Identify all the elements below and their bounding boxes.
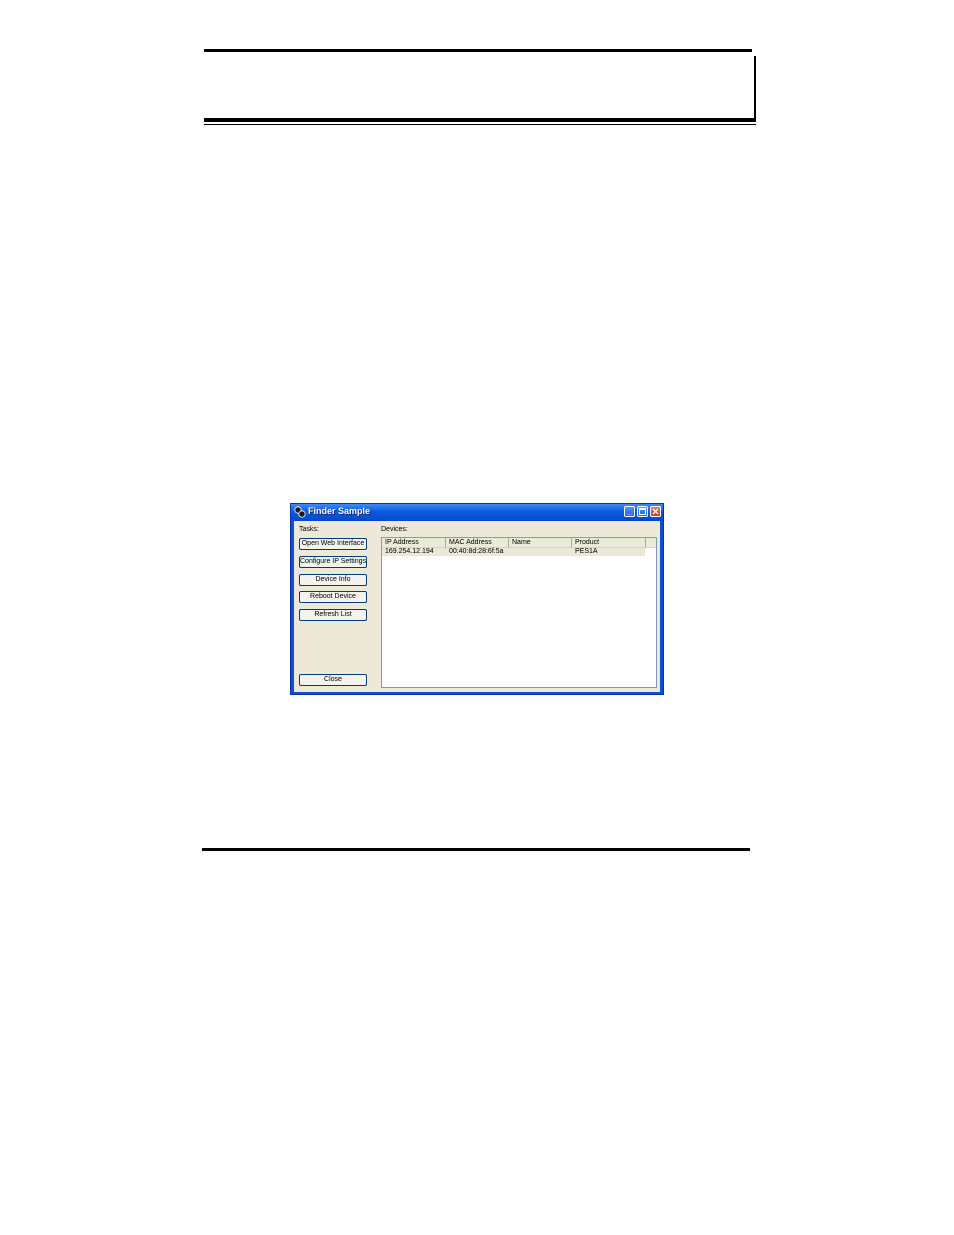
header-bottom-thin-rule [204, 124, 756, 125]
refresh-list-button[interactable]: Refresh List [299, 609, 367, 621]
column-header-filler [646, 538, 656, 548]
footer-rule [202, 848, 750, 851]
maximize-icon[interactable] [637, 506, 648, 517]
open-web-interface-button[interactable]: Open Web Interface [299, 538, 367, 550]
column-header-name[interactable]: Name [509, 538, 572, 548]
table-row[interactable]: 169.254.12.194 00:40:8d:28:6f:5a PES1A [382, 548, 645, 556]
close-icon[interactable] [650, 506, 661, 517]
reboot-device-button[interactable]: Reboot Device [299, 591, 367, 603]
cell-ip-address: 169.254.12.194 [385, 548, 434, 555]
devices-label: Devices: [381, 526, 408, 533]
close-button[interactable]: Close [299, 674, 367, 686]
window-title: Finder Sample [308, 506, 371, 516]
column-header-mac-address[interactable]: MAC Address [446, 538, 509, 548]
cell-product: PES1A [575, 548, 598, 555]
cell-mac-address: 00:40:8d:28:6f:5a [449, 548, 504, 555]
device-info-button[interactable]: Device Info [299, 574, 367, 586]
finder-app-icon [294, 506, 306, 518]
header-bottom-rule [204, 118, 756, 122]
window-client-area: Tasks: Devices: Open Web Interface Confi… [294, 521, 660, 692]
tasks-label: Tasks: [299, 526, 319, 533]
configure-ip-settings-button[interactable]: Configure IP Settings [299, 556, 367, 568]
title-bar[interactable]: Finder Sample _ [291, 504, 663, 521]
column-header-ip-address[interactable]: IP Address [382, 538, 446, 548]
header-top-rule [204, 49, 752, 52]
header-right-rule [754, 56, 756, 120]
finder-window: Finder Sample _ Tasks: Devices: Open Web… [290, 503, 664, 695]
minimize-icon[interactable]: _ [624, 506, 635, 517]
devices-list[interactable]: IP Address MAC Address Name Product 169.… [381, 537, 657, 688]
column-header-product[interactable]: Product [572, 538, 646, 548]
